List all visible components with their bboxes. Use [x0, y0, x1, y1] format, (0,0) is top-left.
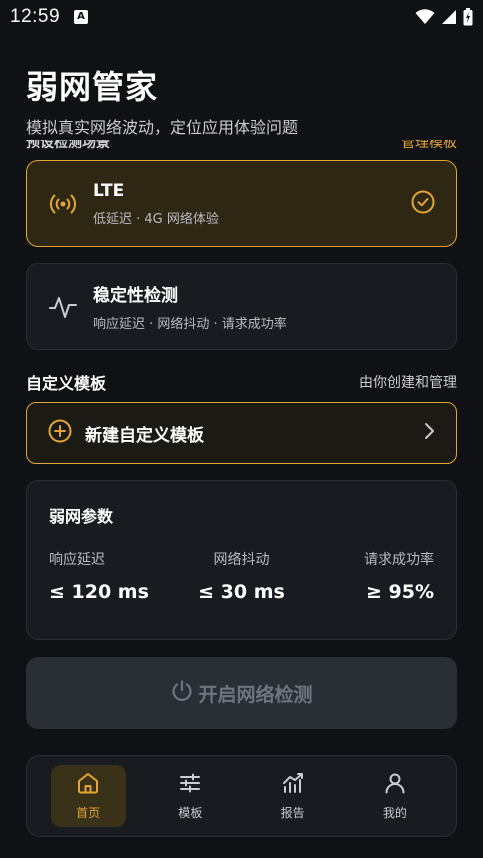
sliders-icon — [178, 771, 202, 799]
param-label: 请求成功率 — [364, 552, 434, 568]
wifi-icon — [415, 9, 435, 24]
plus-circle-icon — [47, 418, 73, 448]
bottom-nav: 首页 模板 报告 我的 — [26, 755, 457, 837]
status-icons — [415, 8, 473, 26]
param-value: ≤ 30 ms — [198, 581, 285, 603]
signal-icon — [442, 10, 456, 24]
power-icon — [170, 679, 194, 707]
nav-label: 我的 — [382, 806, 407, 820]
nav-label: 首页 — [76, 806, 101, 820]
chevron-right-icon — [422, 422, 436, 444]
param-latency: 响应延迟 ≤ 120 ms — [49, 549, 149, 603]
new-template-button[interactable]: 新建自定义模板 — [26, 402, 457, 464]
params-title: 弱网参数 — [49, 507, 114, 526]
nav-item-profile[interactable]: 我的 — [357, 765, 432, 827]
check-circle-icon — [410, 189, 436, 219]
scrolled-section-header: 预设检测场景 管理模板 — [26, 140, 457, 152]
custom-section-title: 自定义模板 — [26, 374, 107, 393]
status-bar: 12:59 A — [0, 0, 483, 34]
param-jitter: 网络抖动 ≤ 30 ms — [198, 549, 285, 603]
preset-section-title: 预设检测场景 — [26, 140, 110, 151]
user-icon — [383, 771, 407, 799]
param-success-rate: 请求成功率 ≥ 95% — [364, 549, 434, 603]
param-label: 响应延迟 — [49, 552, 105, 568]
param-label: 网络抖动 — [213, 552, 270, 568]
new-template-label: 新建自定义模板 — [85, 425, 204, 446]
pulse-icon — [47, 291, 79, 323]
scenario-desc: 响应延迟 · 网络抖动 · 请求成功率 — [93, 317, 287, 332]
nav-item-home[interactable]: 首页 — [50, 765, 126, 827]
start-detection-label: 开启网络检测 — [198, 683, 313, 706]
page-title: 弱网管家 — [26, 68, 159, 106]
custom-section-header: 自定义模板 由你创建和管理 — [26, 370, 457, 394]
nav-label: 模板 — [178, 806, 203, 820]
page-header: 弱网管家 模拟真实网络波动，定位应用体验问题 — [26, 62, 298, 138]
start-detection-button[interactable]: 开启网络检测 — [26, 657, 457, 729]
home-icon — [76, 771, 100, 799]
nav-item-reports[interactable]: 报告 — [255, 765, 330, 827]
status-time: 12:59 — [10, 6, 61, 27]
custom-section-note: 由你创建和管理 — [359, 375, 457, 391]
nav-item-templates[interactable]: 模板 — [153, 765, 228, 827]
scenario-card-stability[interactable]: 稳定性检测 响应延迟 · 网络抖动 · 请求成功率 — [26, 263, 457, 350]
weak-network-params-card: 弱网参数 响应延迟 ≤ 120 ms 网络抖动 ≤ 30 ms 请求成功率 ≥ … — [26, 480, 457, 640]
scenario-desc: 低延迟 · 4G 网络体验 — [93, 211, 219, 227]
broadcast-icon — [47, 188, 79, 220]
scenario-title: LTE — [93, 180, 125, 201]
manage-templates-link[interactable]: 管理模板 — [401, 140, 457, 152]
param-value: ≥ 95% — [365, 581, 434, 603]
notification-glyph: A — [77, 11, 85, 22]
chart-icon — [281, 771, 305, 799]
page-subtitle: 模拟真实网络波动，定位应用体验问题 — [26, 118, 299, 137]
scenario-card-lte[interactable]: LTE 低延迟 · 4G 网络体验 — [26, 160, 457, 247]
param-value: ≤ 120 ms — [49, 581, 149, 603]
battery-icon — [463, 8, 473, 26]
nav-label: 报告 — [280, 806, 305, 820]
notification-icon: A — [74, 10, 89, 24]
scenario-title: 稳定性检测 — [93, 286, 178, 306]
